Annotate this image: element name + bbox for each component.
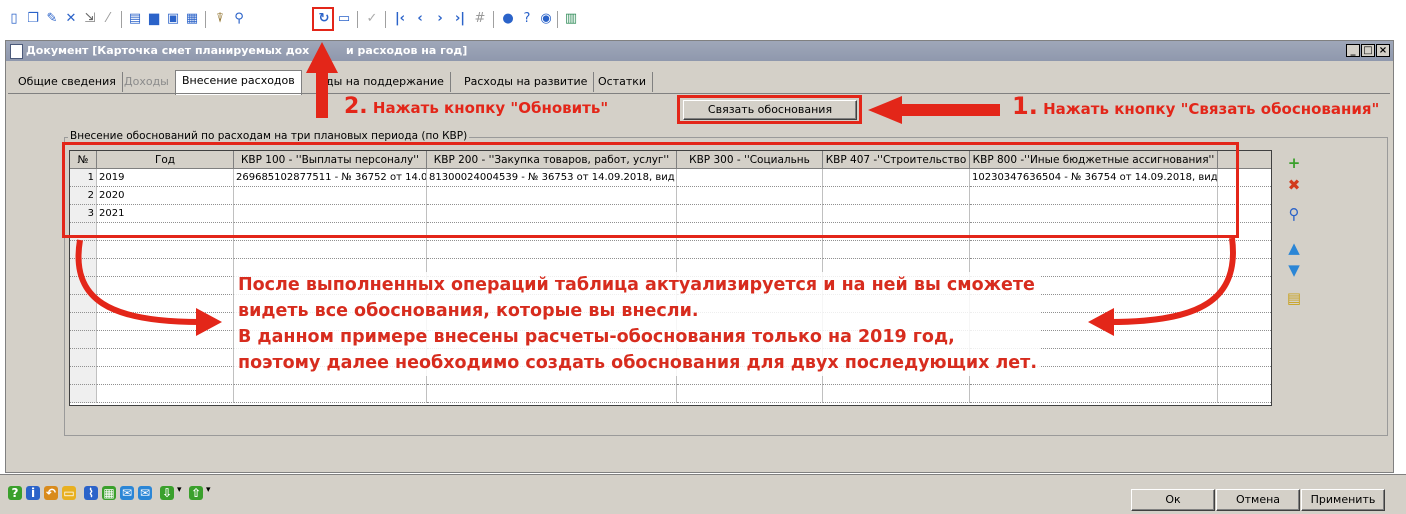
left-arrow-head [196,308,222,336]
cancel-button[interactable]: Отмена [1216,489,1300,511]
apply-button[interactable]: Применить [1301,489,1385,511]
export-dropdown-icon[interactable]: ▾ [206,485,211,495]
attach-icon[interactable]: ⌇ [84,486,98,500]
mail-icon[interactable]: ✉ [138,486,152,500]
help-icon[interactable]: ? [8,486,22,500]
explanation-overlay: После выполненных операций таблица актуа… [234,272,1041,376]
explanation-line-2: видеть все обоснования, которые вы внесл… [238,301,699,321]
send-icon[interactable]: ✉ [120,486,134,500]
annotation-arrows [75,42,1236,336]
report-icon[interactable]: ▦ [102,486,116,500]
step2-text: Нажать кнопку "Обновить" [372,99,609,117]
explanation-line-4: поэтому далее необходимо создать обоснов… [238,353,1037,373]
arrow-to-link-button [868,96,1000,124]
export-icon[interactable]: ⇧ [189,486,203,500]
right-curved-arrow [1109,237,1236,325]
folder-icon[interactable]: ▭ [62,486,76,500]
step1-text: Нажать кнопку "Связать обоснования" [1043,100,1380,118]
explanation-line-1: После выполненных операций таблица актуа… [238,275,1035,295]
left-curved-arrow [75,239,201,325]
step2-annotation: 2. Нажать кнопку "Обновить" [344,94,608,119]
step1-number: 1. [1012,92,1038,120]
import-dropdown-icon[interactable]: ▾ [177,485,182,495]
info-icon[interactable]: i [26,486,40,500]
step1-annotation: 1. Нажать кнопку "Связать обоснования" [1012,92,1379,120]
undo-icon[interactable]: ↶ [44,486,58,500]
import-icon[interactable]: ⇩ [160,486,174,500]
step2-number: 2. [344,94,368,119]
arrow-to-refresh [306,42,338,118]
explanation-line-3: В данном примере внесены расчеты-обоснов… [238,327,955,347]
ok-button[interactable]: Ок [1131,489,1215,511]
bottom-bar: ? i ↶ ▭ ⌇ ▦ ✉ ✉ ⇩ ▾ ⇧ ▾ Ок Отмена Примен… [0,474,1406,514]
right-arrow-head [1088,308,1114,336]
